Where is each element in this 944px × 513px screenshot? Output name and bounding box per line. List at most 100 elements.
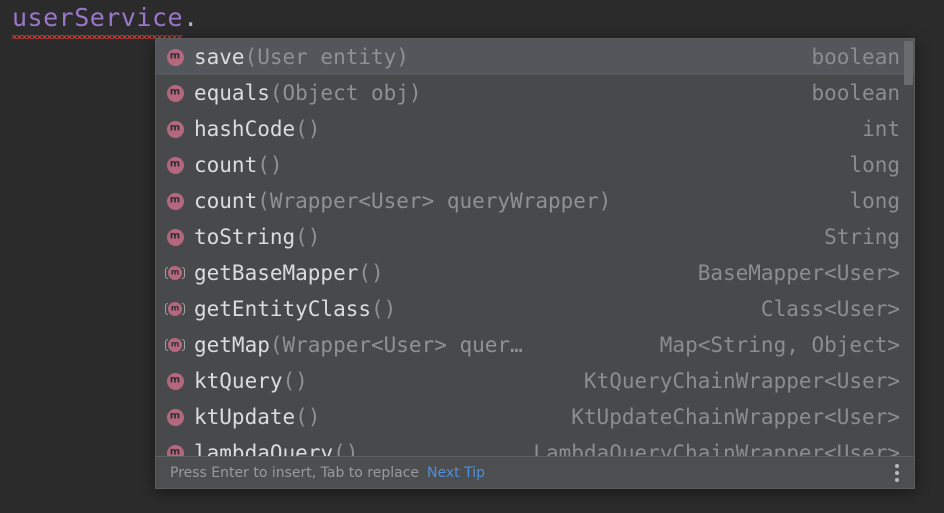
next-tip-link[interactable]: Next Tip bbox=[427, 465, 485, 481]
completion-item[interactable]: m hashCode() int bbox=[156, 111, 914, 147]
method-icon-glyph: m bbox=[169, 446, 181, 456]
kebab-dot bbox=[895, 463, 899, 468]
completion-item[interactable]: m ktUpdate() KtUpdateChainWrapper<User> bbox=[156, 399, 914, 435]
completion-item[interactable]: m save(User entity) boolean bbox=[156, 39, 914, 75]
completion-item-signature: count(Wrapper<User> queryWrapper) bbox=[194, 189, 835, 213]
method-icon: m bbox=[166, 84, 184, 102]
method-icon-disc: m bbox=[166, 156, 184, 174]
completion-item-signature: toString() bbox=[194, 225, 810, 249]
completion-item-name: lambdaQuery bbox=[194, 441, 334, 456]
completion-item-signature: equals(Object obj) bbox=[194, 81, 797, 105]
completion-item-params: () bbox=[333, 441, 359, 456]
method-icon: m bbox=[165, 264, 185, 282]
completion-item-signature: lambdaQuery() bbox=[194, 441, 519, 456]
completion-item-return-type: long bbox=[849, 153, 900, 177]
completion-item-return-type: KtUpdateChainWrapper<User> bbox=[571, 405, 900, 429]
method-icon-disc: m bbox=[166, 192, 184, 210]
method-icon-disc: m bbox=[168, 338, 182, 352]
completion-item-return-type: Map<String, Object> bbox=[659, 333, 900, 357]
completion-item-signature: ktUpdate() bbox=[194, 405, 557, 429]
completion-item[interactable]: m equals(Object obj) boolean bbox=[156, 75, 914, 111]
method-icon: m bbox=[166, 444, 184, 456]
method-icon: m bbox=[166, 48, 184, 66]
completion-item-name: getMap bbox=[194, 333, 270, 357]
completion-scrollbar[interactable] bbox=[903, 39, 914, 456]
completion-item-signature: count() bbox=[194, 153, 835, 177]
completion-scrollbar-thumb[interactable] bbox=[904, 41, 913, 85]
kebab-menu-icon[interactable] bbox=[888, 462, 906, 484]
method-icon-disc: m bbox=[166, 120, 184, 138]
completion-item-return-type: Class<User> bbox=[760, 297, 900, 321]
method-icon: m bbox=[166, 408, 184, 426]
completion-item-return-type: String bbox=[824, 225, 900, 249]
method-icon-disc: m bbox=[168, 266, 182, 280]
completion-item-signature: hashCode() bbox=[194, 117, 848, 141]
completion-item-return-type: boolean bbox=[811, 45, 900, 69]
kebab-dot bbox=[895, 470, 899, 475]
completion-item-signature: getMap(Wrapper<User> quer… bbox=[194, 333, 646, 357]
kebab-dot bbox=[895, 477, 899, 482]
completion-item-name: ktQuery bbox=[194, 369, 283, 393]
editor-code-line: userService. bbox=[12, 2, 199, 39]
completion-item-name: getEntityClass bbox=[194, 297, 372, 321]
completion-item-params: (User entity) bbox=[244, 45, 409, 69]
method-icon-glyph: m bbox=[169, 86, 181, 98]
method-icon-glyph: m bbox=[170, 339, 180, 349]
completion-item-params: () bbox=[295, 117, 321, 141]
completion-list[interactable]: m save(User entity) boolean m equals(Object … bbox=[156, 39, 914, 456]
completion-list-wrapper: m save(User entity) boolean m equals(Object … bbox=[156, 39, 914, 456]
completion-item-return-type: LambdaQueryChainWrapper<User> bbox=[533, 441, 900, 456]
completion-item[interactable]: m getBaseMapper() BaseMapper<User> bbox=[156, 255, 914, 291]
completion-item-params: () bbox=[358, 261, 384, 285]
code-completion-popup[interactable]: m save(User entity) boolean m equals(Object … bbox=[155, 38, 915, 489]
completion-item-signature: save(User entity) bbox=[194, 45, 797, 69]
method-icon-glyph: m bbox=[169, 50, 181, 62]
method-icon-disc: m bbox=[166, 408, 184, 426]
completion-item-params: () bbox=[295, 225, 321, 249]
completion-item-name: equals bbox=[194, 81, 270, 105]
method-icon: m bbox=[166, 120, 184, 138]
completion-item-params: (Wrapper<User> quer… bbox=[269, 333, 523, 357]
method-icon-disc: m bbox=[166, 444, 184, 456]
completion-item-params: () bbox=[371, 297, 397, 321]
completion-item-signature: getBaseMapper() bbox=[194, 261, 684, 285]
completion-item-params: () bbox=[257, 153, 283, 177]
method-icon-glyph: m bbox=[169, 410, 181, 422]
method-icon-glyph: m bbox=[170, 267, 180, 277]
completion-item[interactable]: m getEntityClass() Class<User> bbox=[156, 291, 914, 327]
completion-item-return-type: int bbox=[862, 117, 900, 141]
method-icon-disc: m bbox=[166, 372, 184, 390]
completion-item-return-type: BaseMapper<User> bbox=[697, 261, 900, 285]
method-icon-glyph: m bbox=[169, 230, 181, 242]
completion-item-name: toString bbox=[194, 225, 296, 249]
completion-item-return-type: boolean bbox=[811, 81, 900, 105]
completion-item[interactable]: m count(Wrapper<User> queryWrapper) long bbox=[156, 183, 914, 219]
completion-item[interactable]: m ktQuery() KtQueryChainWrapper<User> bbox=[156, 363, 914, 399]
completion-item-name: count bbox=[194, 189, 258, 213]
completion-item[interactable]: m toString() String bbox=[156, 219, 914, 255]
method-icon-disc: m bbox=[166, 84, 184, 102]
method-icon: m bbox=[165, 300, 185, 318]
completion-item-params: () bbox=[295, 405, 321, 429]
method-icon-glyph: m bbox=[169, 374, 181, 386]
completion-item-signature: getEntityClass() bbox=[194, 297, 747, 321]
method-icon: m bbox=[165, 336, 185, 354]
completion-item-params: (Wrapper<User> queryWrapper) bbox=[257, 189, 612, 213]
completion-item[interactable]: m lambdaQuery() LambdaQueryChainWrapper<Us… bbox=[156, 435, 914, 456]
code-identifier: userService bbox=[12, 2, 184, 39]
method-icon: m bbox=[166, 372, 184, 390]
method-icon-disc: m bbox=[168, 302, 182, 316]
completion-item[interactable]: m getMap(Wrapper<User> quer… Map<String, O… bbox=[156, 327, 914, 363]
code-dot-operator: . bbox=[183, 3, 199, 32]
completion-item-return-type: long bbox=[849, 189, 900, 213]
completion-item-name: save bbox=[194, 45, 245, 69]
completion-item[interactable]: m count() long bbox=[156, 147, 914, 183]
completion-item-signature: ktQuery() bbox=[194, 369, 570, 393]
method-icon: m bbox=[166, 228, 184, 246]
method-icon: m bbox=[166, 192, 184, 210]
method-icon-glyph: m bbox=[169, 122, 181, 134]
method-icon: m bbox=[166, 156, 184, 174]
completion-item-name: hashCode bbox=[194, 117, 296, 141]
completion-item-params: (Object obj) bbox=[269, 81, 422, 105]
completion-footer: Press Enter to insert, Tab to replace Ne… bbox=[156, 456, 914, 488]
